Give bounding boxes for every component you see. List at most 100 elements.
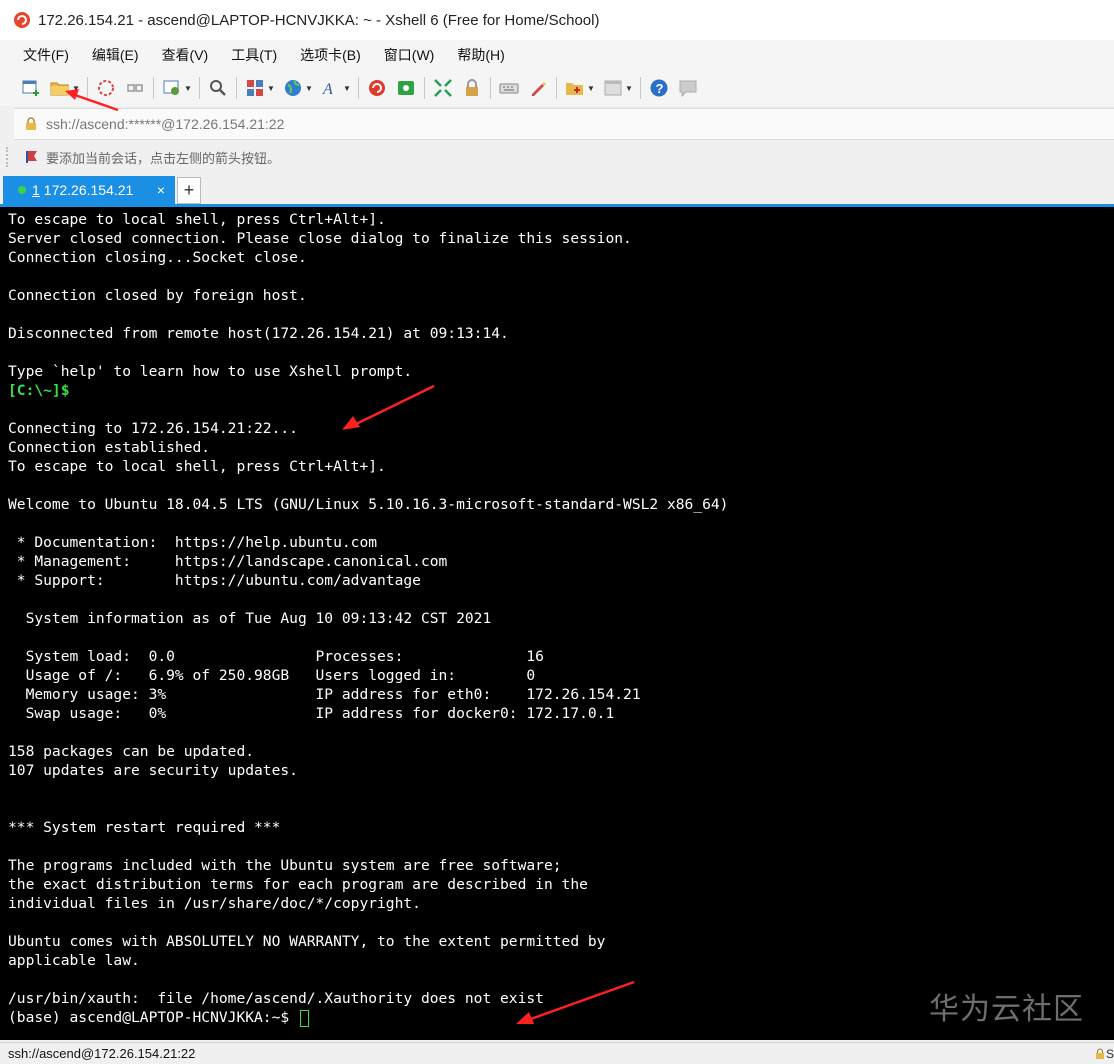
grip-handle[interactable] — [6, 147, 12, 167]
terminal-line: Server closed connection. Please close d… — [8, 230, 632, 247]
terminal-lines: To escape to local shell, press Ctrl+Alt… — [8, 210, 728, 1027]
terminal-line: the exact distribution terms for each pr… — [8, 876, 588, 893]
bookmark-arrow-icon[interactable] — [24, 149, 40, 165]
toolbar-separator — [236, 77, 237, 99]
terminal-line: 107 updates are security updates. — [8, 762, 298, 779]
padlock-icon — [26, 117, 36, 130]
hint-text: 要添加当前会话，点击左侧的箭头按钮。 — [46, 150, 281, 166]
toolbar-separator — [640, 77, 641, 99]
highlight-icon[interactable] — [527, 77, 549, 99]
toolbar-separator — [153, 77, 154, 99]
help-icon[interactable]: ? — [648, 77, 670, 99]
terminal-line: Connection closed by foreign host. — [8, 287, 307, 304]
terminal-line: * Documentation: https://help.ubuntu.com — [8, 534, 378, 551]
font-icon[interactable]: A — [320, 77, 342, 99]
menu-help[interactable]: 帮助(H) — [449, 40, 512, 70]
shell-prompt: (base) ascend@LAPTOP-HCNVJKKA:~$ — [8, 1009, 298, 1026]
terminal-line: * Management: https://landscape.canonica… — [8, 553, 448, 570]
connected-status-icon — [18, 186, 26, 194]
properties-dropdown-icon[interactable]: ▼ — [184, 77, 192, 99]
color-scheme-icon[interactable] — [244, 77, 266, 99]
annotation-arrow-toolbar — [65, 89, 119, 112]
add-tab-icon[interactable] — [564, 77, 586, 99]
add-tab-dropdown-icon[interactable]: ▼ — [587, 77, 595, 99]
terminal-line: Connection established. — [8, 439, 211, 456]
xftp-icon[interactable] — [366, 77, 388, 99]
terminal-line: The programs included with the Ubuntu sy… — [8, 857, 562, 874]
terminal-line: Ubuntu comes with ABSOLUTELY NO WARRANTY… — [8, 933, 606, 950]
terminal-line: applicable law. — [8, 952, 140, 969]
svg-text:?: ? — [656, 81, 664, 96]
menu-tools[interactable]: 工具(T) — [223, 40, 285, 70]
find-icon[interactable] — [207, 77, 229, 99]
status-connection: ssh://ascend@172.26.154.21:22 — [8, 1046, 196, 1061]
svg-text:A: A — [322, 81, 333, 98]
terminal-line: To escape to local shell, press Ctrl+Alt… — [8, 211, 386, 228]
keyboard-icon[interactable] — [498, 77, 520, 99]
address-bar[interactable]: ssh://ascend:******@172.26.154.21:22 — [14, 108, 1114, 140]
status-right: S — [1094, 1043, 1114, 1064]
layout-icon[interactable] — [602, 77, 624, 99]
status-right-text: S — [1105, 1046, 1114, 1061]
menu-view[interactable]: 查看(V) — [154, 40, 217, 70]
globe-icon[interactable] — [282, 77, 304, 99]
watermark: 华为云社区 — [929, 992, 1084, 1027]
terminal-line: Type `help' to learn how to use Xshell p… — [8, 363, 413, 380]
terminal-line: Memory usage: 3% IP address for eth0: 17… — [8, 686, 641, 703]
terminal-line: To escape to local shell, press Ctrl+Alt… — [8, 458, 386, 475]
window-title: 172.26.154.21 - ascend@LAPTOP-HCNVJKKA: … — [38, 11, 600, 29]
new-session-icon[interactable] — [20, 77, 42, 99]
terminal-line: Welcome to Ubuntu 18.04.5 LTS (GNU/Linux… — [8, 496, 729, 513]
terminal-line: Usage of /: 6.9% of 250.98GB Users logge… — [8, 667, 536, 684]
tab-close-icon[interactable]: × — [157, 182, 165, 198]
menu-edit[interactable]: 编辑(E) — [84, 40, 147, 70]
layout-dropdown-icon[interactable]: ▼ — [625, 77, 633, 99]
properties-icon[interactable] — [161, 77, 183, 99]
address-value: ssh://ascend:******@172.26.154.21:22 — [46, 116, 285, 132]
status-lock-icon — [1095, 1048, 1104, 1059]
toolbar-separator — [490, 77, 491, 99]
menu-tabs[interactable]: 选项卡(B) — [292, 40, 369, 70]
terminal-line: Swap usage: 0% IP address for docker0: 1… — [8, 705, 615, 722]
xmanager-icon[interactable] — [395, 77, 417, 99]
chat-icon[interactable] — [677, 77, 699, 99]
tab-number: 1 — [32, 182, 40, 198]
session-hint-bar: 要添加当前会话，点击左侧的箭头按钮。 — [0, 140, 1114, 174]
color-scheme-dropdown-icon[interactable]: ▼ — [267, 77, 275, 99]
status-bar: ssh://ascend@172.26.154.21:22 S — [0, 1042, 1114, 1064]
reconnect-icon[interactable] — [124, 77, 146, 99]
terminal-output[interactable]: To escape to local shell, press Ctrl+Alt… — [0, 207, 1114, 1040]
font-dropdown-icon[interactable]: ▼ — [343, 77, 351, 99]
terminal-line: Connection closing...Socket close. — [8, 249, 307, 266]
menu-file[interactable]: 文件(F) — [15, 40, 77, 70]
xshell-app-icon — [14, 12, 30, 28]
fullscreen-icon[interactable] — [432, 77, 454, 99]
menu-bar: 文件(F) 编辑(E) 查看(V) 工具(T) 选项卡(B) 窗口(W) 帮助(… — [0, 40, 1114, 70]
new-tab-button[interactable]: + — [177, 177, 201, 204]
session-tab[interactable]: 1 172.26.154.21 × — [3, 176, 175, 204]
terminal-line: 158 packages can be updated. — [8, 743, 255, 760]
terminal-line: System load: 0.0 Processes: 16 — [8, 648, 544, 665]
globe-dropdown-icon[interactable]: ▼ — [305, 77, 313, 99]
menu-window[interactable]: 窗口(W) — [376, 40, 443, 70]
toolbar-separator — [424, 77, 425, 99]
title-bar: 172.26.154.21 - ascend@LAPTOP-HCNVJKKA: … — [0, 0, 1114, 40]
toolbar-separator — [358, 77, 359, 99]
terminal-line: individual files in /usr/share/doc/*/cop… — [8, 895, 421, 912]
terminal-line: System information as of Tue Aug 10 09:1… — [8, 610, 492, 627]
terminal-line: *** System restart required *** — [8, 819, 281, 836]
lock-icon[interactable] — [461, 77, 483, 99]
toolbar: ▼ ▼ ▼ ▼ A ▼ ▼ ▼ ? — [0, 70, 1114, 106]
